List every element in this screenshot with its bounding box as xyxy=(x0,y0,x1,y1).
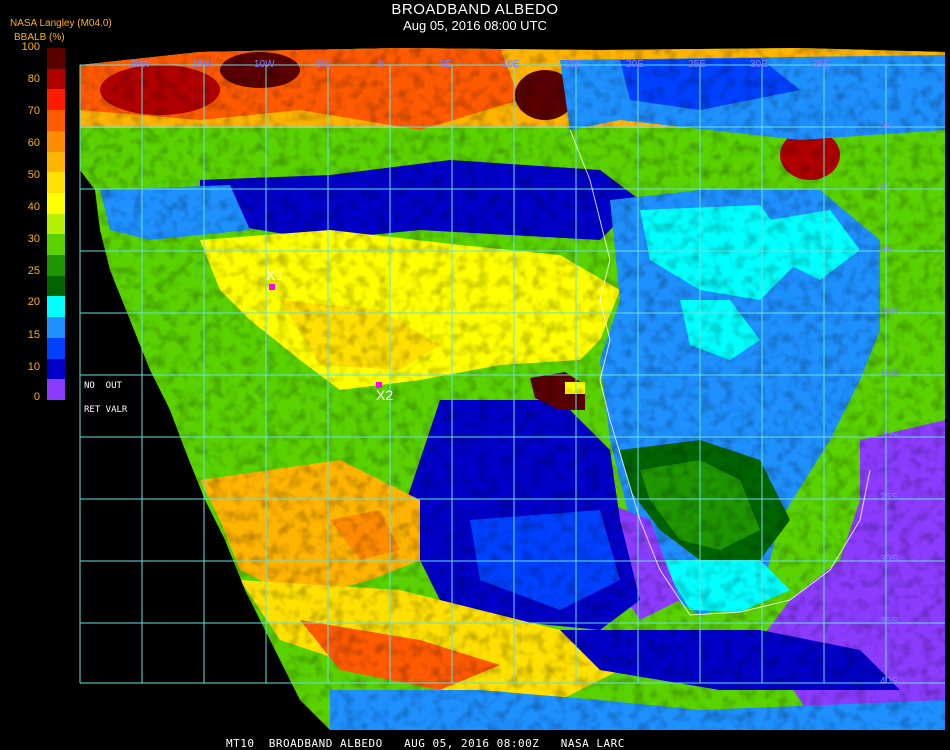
latitude-label: 35S xyxy=(880,616,898,627)
source-label: NASA Langley (M04.0) xyxy=(10,18,112,29)
colorbar-segment xyxy=(47,255,65,277)
longitude-label: 0 xyxy=(378,59,384,70)
longitude-label: 5W xyxy=(316,59,331,70)
colorbar-segment xyxy=(47,151,65,173)
longitude-label: 35E xyxy=(812,59,830,70)
colorbar-segment xyxy=(47,110,65,132)
colorbar-segment xyxy=(47,317,65,339)
colorbar-segment xyxy=(47,172,65,194)
page-subtitle: Aug 05, 2016 08:00 UTC xyxy=(403,18,547,33)
colorbar-segment xyxy=(47,379,65,401)
colorbar-tick-label: 40 xyxy=(27,201,40,213)
marker-x1-point xyxy=(269,284,275,290)
colorbar-tick-label: 0 xyxy=(33,391,40,403)
no-retrieval-label: NO OUT xyxy=(84,381,122,391)
colorbar-tick-label: 15 xyxy=(27,329,40,341)
colorbar-tick-label: 25 xyxy=(27,265,40,277)
colorbar-segment xyxy=(47,213,65,235)
latitude-label: 25S xyxy=(880,492,898,503)
latitude-label: 0 xyxy=(880,182,886,193)
colorbar-segment xyxy=(47,130,65,153)
latitude-label: 5S xyxy=(880,244,893,255)
longitude-label: 20W xyxy=(130,59,151,70)
longitude-label: 5E xyxy=(440,59,453,70)
colorbar-segment xyxy=(47,234,65,256)
colorbar xyxy=(47,48,65,401)
latitude-label: 15S xyxy=(880,368,898,379)
colorbar-tick-label: 10 xyxy=(27,361,40,373)
latitude-label: 5N xyxy=(880,120,893,131)
colorbar-segment xyxy=(47,192,65,215)
colorbar-tick-label: 60 xyxy=(27,137,40,149)
latitude-label: 10S xyxy=(880,306,898,317)
colorbar-segment xyxy=(47,296,65,318)
colorbar-tick-label: 70 xyxy=(27,105,40,117)
colorbar-tick-label: 100 xyxy=(21,41,40,53)
colorbar-segment xyxy=(47,89,65,111)
longitude-label: 15W xyxy=(192,59,213,70)
longitude-label: 20E xyxy=(626,59,644,70)
longitude-label: 30E xyxy=(750,59,768,70)
longitude-label: 15E xyxy=(564,59,582,70)
colorbar-segment xyxy=(47,337,65,360)
longitude-label: 25E xyxy=(688,59,706,70)
no-retrieval-label-2: RET VALR xyxy=(84,405,128,415)
colorbar-tick-label: 80 xyxy=(27,73,40,85)
colorbar-segment xyxy=(47,275,65,297)
longitude-label: 10E xyxy=(502,59,520,70)
latitude-label: 30S xyxy=(880,554,898,565)
colorbar-segment xyxy=(47,48,65,70)
albedo-map xyxy=(79,48,945,730)
marker-x1-label: X1 xyxy=(266,267,284,283)
page-title: BROADBAND ALBEDO xyxy=(391,1,559,18)
footer-caption: MT10 BROADBAND ALBEDO AUG 05, 2016 08:00… xyxy=(226,737,625,750)
colorbar-segment xyxy=(47,68,65,90)
colorbar-segment xyxy=(47,358,65,380)
latitude-label: 40S xyxy=(880,676,898,687)
no-retrieval-legend: NO OUT RET VALR xyxy=(84,374,127,422)
longitude-label: 10W xyxy=(254,59,275,70)
latitude-label: 20S xyxy=(880,430,898,441)
colorbar-tick-label: 50 xyxy=(27,169,40,181)
colorbar-tick-label: 20 xyxy=(27,296,40,308)
colorbar-tick-label: 30 xyxy=(27,233,40,245)
marker-x2-label: X2 xyxy=(376,387,394,403)
